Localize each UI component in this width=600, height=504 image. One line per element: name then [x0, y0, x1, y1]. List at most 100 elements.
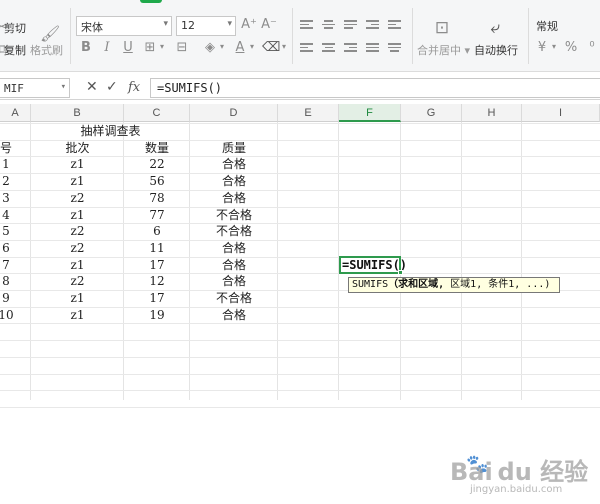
- table-cell[interactable]: 批次: [38, 140, 118, 156]
- watermark-logo: 🐾 Bai du 经验 jingyan.baidu.com: [440, 452, 600, 504]
- name-box[interactable]: MIF ▾: [0, 78, 70, 98]
- table-cell[interactable]: 17: [117, 290, 197, 306]
- table-cell[interactable]: 合格: [194, 257, 274, 273]
- table-cell[interactable]: 56: [117, 173, 197, 189]
- table-cell[interactable]: 合格: [194, 173, 274, 189]
- indent-decrease-icon[interactable]: [366, 20, 379, 31]
- table-cell[interactable]: 17: [117, 257, 197, 273]
- fill-handle[interactable]: [398, 270, 403, 276]
- column-header-f[interactable]: F: [339, 104, 401, 122]
- table-cell[interactable]: 11: [117, 240, 197, 256]
- underline-button[interactable]: U: [120, 40, 136, 55]
- strikethrough-icon[interactable]: ⊟: [174, 40, 190, 55]
- font-name-select[interactable]: 宋体 ▾: [76, 16, 172, 36]
- column-header-c[interactable]: C: [124, 104, 190, 122]
- table-cell[interactable]: 22: [117, 156, 197, 172]
- table-cell[interactable]: z1: [38, 290, 118, 306]
- table-cell[interactable]: 不合格: [194, 223, 274, 239]
- table-cell[interactable]: 不合格: [194, 207, 274, 223]
- format-painter-button[interactable]: 格式刷: [30, 42, 63, 58]
- table-cell[interactable]: z2: [38, 273, 118, 289]
- table-cell[interactable]: z1: [38, 307, 118, 323]
- format-painter-icon[interactable]: 🖌: [40, 24, 60, 43]
- chevron-down-icon: ▾: [219, 42, 224, 51]
- align-middle-icon[interactable]: [322, 20, 335, 31]
- tooltip-function-name: SUMIFS: [352, 279, 389, 291]
- number-format-select[interactable]: 常规: [536, 18, 558, 34]
- active-cell-editor[interactable]: =SUMIFS(): [339, 255, 407, 274]
- chevron-down-icon: ▾: [163, 19, 168, 29]
- wrap-text-button[interactable]: 自动换行: [474, 42, 518, 58]
- ribbon-divider: [528, 8, 529, 64]
- justify-icon[interactable]: [366, 43, 379, 54]
- indent-increase-icon[interactable]: [388, 20, 401, 31]
- column-header-e[interactable]: E: [278, 104, 339, 122]
- table-cell[interactable]: z1: [38, 156, 118, 172]
- chevron-down-icon: ▾: [227, 19, 232, 29]
- table-cell[interactable]: 数量: [117, 140, 197, 156]
- column-header-g[interactable]: G: [401, 104, 462, 122]
- table-cell[interactable]: z2: [38, 223, 118, 239]
- table-cell[interactable]: 12: [117, 273, 197, 289]
- watermark-brand: Bai du 经验: [450, 458, 589, 486]
- table-cell[interactable]: z1: [38, 207, 118, 223]
- watermark-url: jingyan.baidu.com: [470, 484, 563, 495]
- wrap-text-icon[interactable]: ⤶: [485, 18, 505, 38]
- table-title[interactable]: 抽样调查表: [31, 123, 190, 139]
- chevron-down-icon: ▾: [281, 42, 286, 51]
- merge-center-button[interactable]: 合并居中 ▾: [417, 42, 470, 58]
- copy-button[interactable]: 复制: [4, 42, 26, 58]
- cancel-formula-button[interactable]: ✕: [86, 79, 98, 95]
- italic-button[interactable]: I: [99, 40, 115, 55]
- table-cell[interactable]: 19: [117, 307, 197, 323]
- column-header-i[interactable]: I: [522, 104, 600, 122]
- column-header-a[interactable]: A: [0, 104, 31, 122]
- row-gridline: [0, 340, 600, 342]
- ribbon-divider: [412, 8, 413, 64]
- align-center-icon[interactable]: [322, 43, 335, 54]
- table-cell[interactable]: 合格: [194, 240, 274, 256]
- align-bottom-icon[interactable]: [344, 20, 357, 31]
- table-cell[interactable]: 合格: [194, 190, 274, 206]
- table-cell[interactable]: z2: [38, 190, 118, 206]
- table-cell[interactable]: 合格: [194, 307, 274, 323]
- tooltip-remaining-arguments: 区域1, 条件1, ...): [444, 279, 551, 291]
- formula-input[interactable]: =SUMIFS(): [150, 78, 600, 98]
- font-size-value: 12: [181, 19, 195, 32]
- table-cell[interactable]: 78: [117, 190, 197, 206]
- percent-button[interactable]: %: [563, 40, 579, 55]
- merge-cells-icon[interactable]: ⊡: [432, 18, 452, 38]
- column-gridline: [521, 122, 522, 400]
- column-header-d[interactable]: D: [190, 104, 278, 122]
- tooltip-current-argument: （求和区域,: [388, 279, 445, 291]
- insert-function-button[interactable]: fx: [128, 80, 140, 95]
- shrink-font-button[interactable]: A⁻: [261, 17, 277, 32]
- table-cell[interactable]: 合格: [194, 273, 274, 289]
- table-cell[interactable]: 合格: [194, 156, 274, 172]
- chevron-down-icon: ▾: [60, 82, 66, 92]
- row-gridline: [0, 323, 600, 325]
- confirm-formula-button[interactable]: ✓: [106, 79, 118, 95]
- ribbon-toolbar: ✂ 剪切 ⧉ 复制 🖌 格式刷 宋体 ▾ 12 ▾ A⁺ A⁻ B I U ⊞ …: [0, 0, 600, 72]
- align-right-icon[interactable]: [344, 43, 357, 54]
- table-cell[interactable]: 6: [117, 223, 197, 239]
- table-cell[interactable]: z1: [38, 257, 118, 273]
- column-header-b[interactable]: B: [31, 104, 124, 122]
- table-cell[interactable]: 不合格: [194, 290, 274, 306]
- table-cell[interactable]: 质量: [194, 140, 274, 156]
- row-gridline: [0, 356, 600, 358]
- ribbon-divider: [292, 8, 293, 64]
- distributed-align-icon[interactable]: [388, 43, 401, 54]
- cut-button[interactable]: 剪切: [4, 20, 26, 36]
- align-left-icon[interactable]: [300, 43, 313, 54]
- spreadsheet-grid[interactable]: A B C D E F G H I 抽样调查表号批次 数量 质量 1 z1 22 合格 2 z1 56 合格 3 z2 78…: [0, 104, 600, 495]
- bold-button[interactable]: B: [78, 40, 94, 55]
- grow-font-button[interactable]: A⁺: [241, 17, 257, 32]
- thousands-separator-icon[interactable]: ⁰: [584, 40, 600, 55]
- align-top-icon[interactable]: [300, 20, 313, 31]
- column-header-h[interactable]: H: [462, 104, 522, 122]
- table-cell[interactable]: z1: [38, 173, 118, 189]
- table-cell[interactable]: z2: [38, 240, 118, 256]
- font-size-select[interactable]: 12 ▾: [176, 16, 236, 36]
- table-cell[interactable]: 77: [117, 207, 197, 223]
